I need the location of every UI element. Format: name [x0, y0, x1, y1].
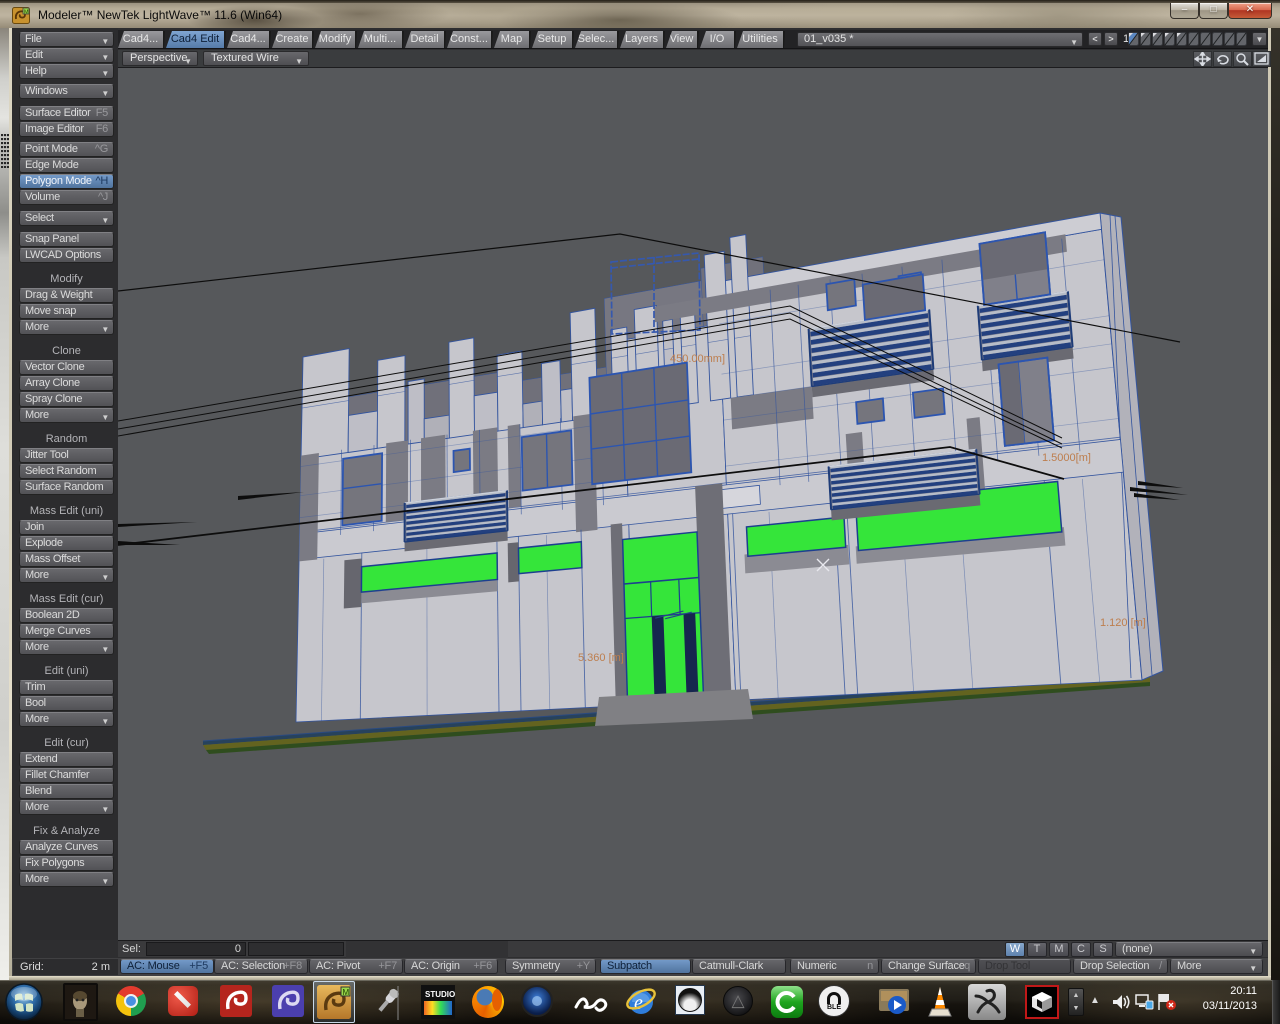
- svg-text:450.00mm]: 450.00mm]: [670, 353, 725, 365]
- svg-text:1.120 [m]: 1.120 [m]: [1100, 617, 1146, 629]
- svg-text:5.360 [m]: 5.360 [m]: [578, 652, 624, 664]
- svg-text:M: M: [343, 988, 350, 997]
- svg-text:M: M: [24, 10, 29, 16]
- svg-text:1.5000[m]: 1.5000[m]: [1042, 452, 1091, 464]
- svg-text:STUDIO: STUDIO: [425, 990, 455, 999]
